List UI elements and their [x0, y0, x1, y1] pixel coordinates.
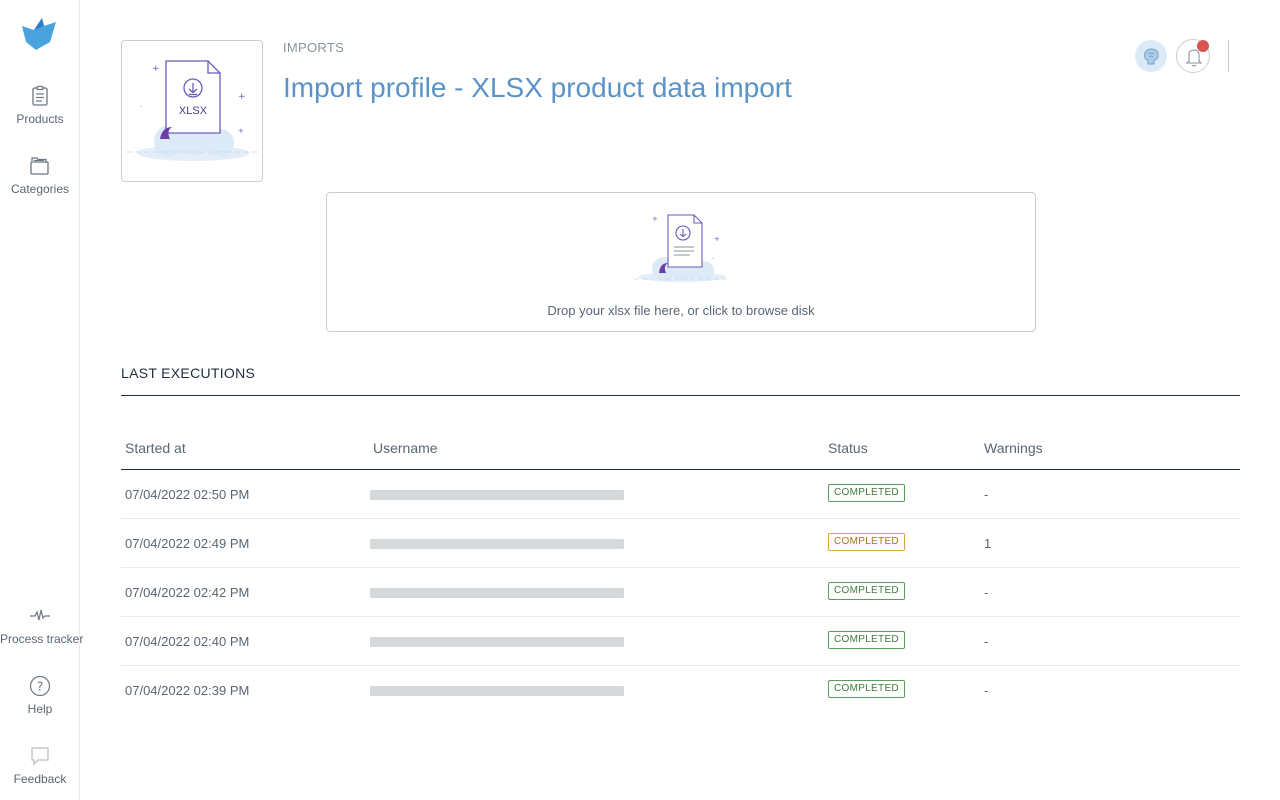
- started-at-cell: 07/04/2022 02:49 PM: [125, 536, 250, 551]
- warnings-cell: -: [984, 634, 989, 649]
- table-row[interactable]: 07/04/2022 02:39 PM COMPLETED -: [121, 666, 1240, 715]
- svg-text:·: ·: [712, 256, 714, 263]
- activity-icon: [30, 609, 50, 621]
- column-header-status[interactable]: Status: [828, 440, 868, 456]
- sidebar-item-label: Categories: [10, 182, 70, 196]
- table-header: Started at Username Status Warnings: [121, 428, 1240, 470]
- warnings-cell: -: [984, 683, 989, 698]
- table-row[interactable]: 07/04/2022 02:40 PM COMPLETED -: [121, 617, 1240, 666]
- status-badge: COMPLETED: [828, 631, 905, 649]
- thumbnail-label: XLSX: [178, 105, 208, 117]
- page-title: Import profile - XLSX product data impor…: [283, 72, 792, 103]
- svg-text:+: +: [238, 92, 246, 102]
- header-divider: [1228, 40, 1229, 72]
- upload-file-illustration-icon: + + ·: [634, 214, 730, 282]
- redacted-username: [370, 490, 624, 500]
- app-logo-icon[interactable]: [20, 16, 58, 52]
- breadcrumb[interactable]: IMPORTS: [283, 40, 344, 55]
- clipboard-icon: [32, 85, 48, 106]
- started-at-cell: 07/04/2022 02:50 PM: [125, 487, 250, 502]
- table-row[interactable]: 07/04/2022 02:49 PM COMPLETED 1: [121, 519, 1240, 568]
- feedback-icon: [31, 747, 49, 766]
- brain-avatar-icon: [1144, 48, 1159, 65]
- status-badge: COMPLETED: [828, 484, 905, 502]
- column-header-warnings[interactable]: Warnings: [984, 440, 1043, 456]
- svg-text:?: ?: [37, 680, 43, 694]
- sidebar-item-categories[interactable]: Categories: [0, 154, 80, 196]
- sidebar-item-help[interactable]: ? Help: [0, 674, 80, 716]
- section-divider: [121, 395, 1240, 396]
- status-badge: COMPLETED: [828, 582, 905, 600]
- import-profile-thumbnail: + + + · XLSX: [121, 40, 263, 182]
- file-dropzone[interactable]: + + · Drop your xlsx file here, or click…: [326, 192, 1036, 332]
- sidebar: Products Categories Process tracker ? He…: [0, 0, 84, 800]
- sidebar-item-products[interactable]: Products: [0, 84, 80, 126]
- redacted-username: [370, 637, 624, 647]
- warnings-cell: -: [984, 585, 989, 600]
- started-at-cell: 07/04/2022 02:39 PM: [125, 683, 250, 698]
- svg-text:+: +: [238, 127, 244, 135]
- notification-dot: [1197, 40, 1209, 52]
- table-row[interactable]: 07/04/2022 02:50 PM COMPLETED -: [121, 470, 1240, 519]
- help-circle-icon: ?: [29, 675, 51, 697]
- sidebar-item-label: Help: [27, 702, 53, 716]
- column-header-username[interactable]: Username: [373, 440, 438, 456]
- svg-text:+: +: [152, 64, 160, 74]
- dropzone-label: Drop your xlsx file here, or click to br…: [547, 303, 815, 318]
- redacted-username: [370, 588, 624, 598]
- table-row[interactable]: 07/04/2022 02:42 PM COMPLETED -: [121, 568, 1240, 617]
- avatar[interactable]: [1135, 40, 1167, 72]
- sidebar-item-process-tracker[interactable]: Process tracker: [0, 604, 84, 646]
- section-title: LAST EXECUTIONS: [121, 365, 256, 381]
- sidebar-item-feedback[interactable]: Feedback: [0, 744, 80, 786]
- executions-table: Started at Username Status Warnings 07/0…: [121, 428, 1240, 715]
- folders-icon: [30, 157, 49, 175]
- status-badge: COMPLETED: [828, 533, 905, 551]
- column-header-started-at[interactable]: Started at: [125, 440, 186, 456]
- redacted-username: [370, 686, 624, 696]
- warnings-cell: 1: [984, 536, 992, 551]
- sidebar-item-label: Feedback: [13, 772, 67, 786]
- svg-text:+: +: [652, 215, 658, 223]
- warnings-cell: -: [984, 487, 989, 502]
- sidebar-item-label: Products: [16, 112, 64, 126]
- status-badge: COMPLETED: [828, 680, 905, 698]
- redacted-username: [370, 539, 624, 549]
- svg-text:+: +: [714, 235, 720, 243]
- started-at-cell: 07/04/2022 02:40 PM: [125, 634, 250, 649]
- started-at-cell: 07/04/2022 02:42 PM: [125, 585, 250, 600]
- sidebar-item-label: Process tracker: [0, 632, 84, 646]
